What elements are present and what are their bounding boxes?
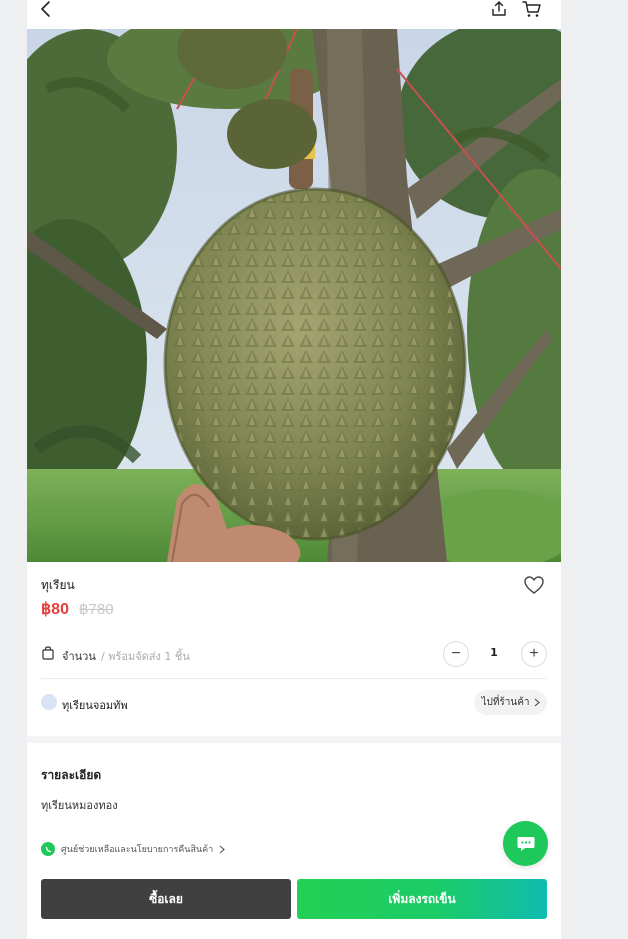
wishlist-button[interactable] bbox=[523, 574, 545, 596]
durian-photo bbox=[27, 29, 561, 562]
quantity-label: จำนวน bbox=[62, 650, 96, 663]
divider bbox=[41, 678, 547, 679]
chevron-right-icon bbox=[219, 845, 226, 853]
detail-text: ทุเรียนหมองทอง bbox=[41, 799, 118, 812]
product-title: ทุเรียน bbox=[41, 578, 75, 592]
quantity-value[interactable]: 1 bbox=[481, 646, 507, 659]
back-button[interactable] bbox=[33, 0, 59, 20]
share-icon bbox=[492, 1, 506, 16]
help-text: ศูนย์ช่วยเหลือและนโยบายการคืนสินค้า bbox=[61, 845, 214, 855]
visit-shop-button[interactable]: ไปที่ร้านค้า bbox=[474, 690, 547, 715]
product-info-card: ทุเรียน ฿80 ฿780 จำนวน / พร้อมจัดส่ง 1 ช… bbox=[27, 562, 561, 736]
product-detail-card: รายละเอียด ทุเรียนหมองทอง ศูนย์ช่วยเหลือ… bbox=[27, 743, 561, 939]
shop-name[interactable]: ทุเรียนจอมทัพ bbox=[62, 696, 128, 714]
quantity-row: จำนวน / พร้อมจัดส่ง 1 ชิ้น − 1 + bbox=[41, 641, 547, 667]
cart-button[interactable] bbox=[519, 0, 545, 20]
help-whatsapp-icon bbox=[41, 842, 55, 856]
help-link[interactable]: ศูนย์ช่วยเหลือและนโยบายการคืนสินค้า bbox=[41, 842, 226, 856]
shop-avatar[interactable] bbox=[41, 694, 57, 710]
bag-icon bbox=[42, 646, 54, 660]
cart-icon bbox=[522, 1, 541, 17]
detail-heading: รายละเอียด bbox=[41, 768, 102, 782]
visit-shop-label: ไปที่ร้านค้า bbox=[481, 697, 530, 708]
product-image[interactable] bbox=[27, 29, 561, 562]
chevron-right-icon bbox=[534, 698, 540, 707]
sale-price: ฿80 bbox=[41, 601, 69, 618]
chat-button[interactable] bbox=[503, 821, 548, 866]
chevron-left-icon bbox=[41, 1, 50, 17]
buy-now-button[interactable]: ซื้อเลย bbox=[41, 879, 291, 919]
decrease-quantity-button[interactable]: − bbox=[443, 641, 469, 667]
original-price: ฿780 bbox=[78, 601, 114, 618]
chat-icon bbox=[517, 836, 534, 851]
shop-row: ทุเรียนจอมทัพ ไปที่ร้านค้า bbox=[41, 690, 547, 716]
increase-quantity-button[interactable]: + bbox=[521, 641, 547, 667]
stock-text: / พร้อมจัดส่ง 1 ชิ้น bbox=[101, 650, 190, 663]
heart-icon bbox=[524, 576, 544, 594]
product-page: ทุเรียน ฿80 ฿780 จำนวน / พร้อมจัดส่ง 1 ช… bbox=[27, 0, 561, 939]
add-to-cart-button[interactable]: เพิ่มลงรถเข็น bbox=[297, 879, 547, 919]
share-button[interactable] bbox=[486, 0, 512, 20]
price-row: ฿80 ฿780 bbox=[41, 599, 114, 619]
top-bar bbox=[27, 0, 561, 29]
